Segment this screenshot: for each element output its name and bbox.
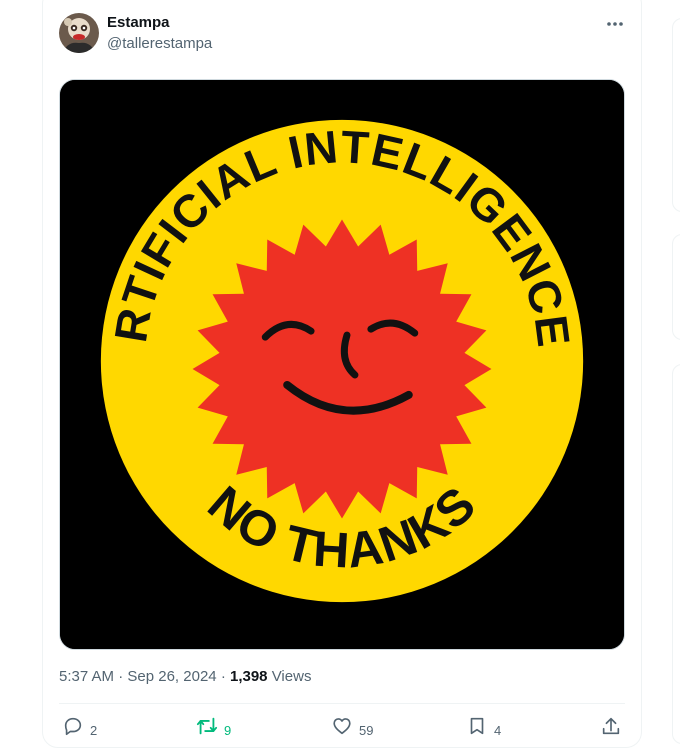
post-time[interactable]: 5:37 AM [59, 668, 114, 685]
sidebar-card [672, 364, 680, 744]
sun-icon [192, 219, 492, 519]
bookmark-count: 4 [494, 722, 502, 738]
meta-separator: · [118, 668, 124, 685]
like-icon [333, 718, 351, 735]
divider [59, 703, 625, 704]
like-button[interactable]: 59 [331, 714, 373, 738]
more-button[interactable] [603, 12, 627, 36]
like-count: 59 [359, 722, 374, 738]
repost-icon [196, 717, 218, 735]
reply-icon [64, 717, 82, 736]
post-image[interactable]: ARTIFICIAL INTELLIGENCE? NO THANKS [59, 79, 625, 650]
author-handle[interactable]: @tallerestampa [107, 35, 212, 52]
reply-count: 2 [90, 722, 98, 738]
sidebar-card [672, 234, 680, 340]
post-meta: 5:37 AM · Sep 26, 2024 · 1,398 Views [59, 668, 311, 685]
meta-separator: · [220, 668, 226, 685]
repost-button[interactable]: 9 [196, 714, 231, 738]
views-label: Views [271, 668, 312, 685]
share-button[interactable] [600, 714, 622, 738]
post-date[interactable]: Sep 26, 2024 [127, 668, 216, 685]
sidebar-card [672, 18, 680, 212]
author-name[interactable]: Estampa [107, 14, 170, 31]
sticker-graphic: ARTIFICIAL INTELLIGENCE? NO THANKS [60, 80, 624, 649]
repost-count: 9 [224, 722, 232, 738]
bookmark-button[interactable]: 4 [466, 714, 501, 738]
avatar-image [59, 13, 99, 53]
more-icon [607, 22, 623, 26]
bookmark-icon [470, 717, 484, 735]
share-icon [602, 717, 620, 735]
views-count: 1,398 [229, 668, 268, 685]
avatar[interactable] [59, 13, 99, 53]
reply-button[interactable]: 2 [62, 714, 97, 738]
